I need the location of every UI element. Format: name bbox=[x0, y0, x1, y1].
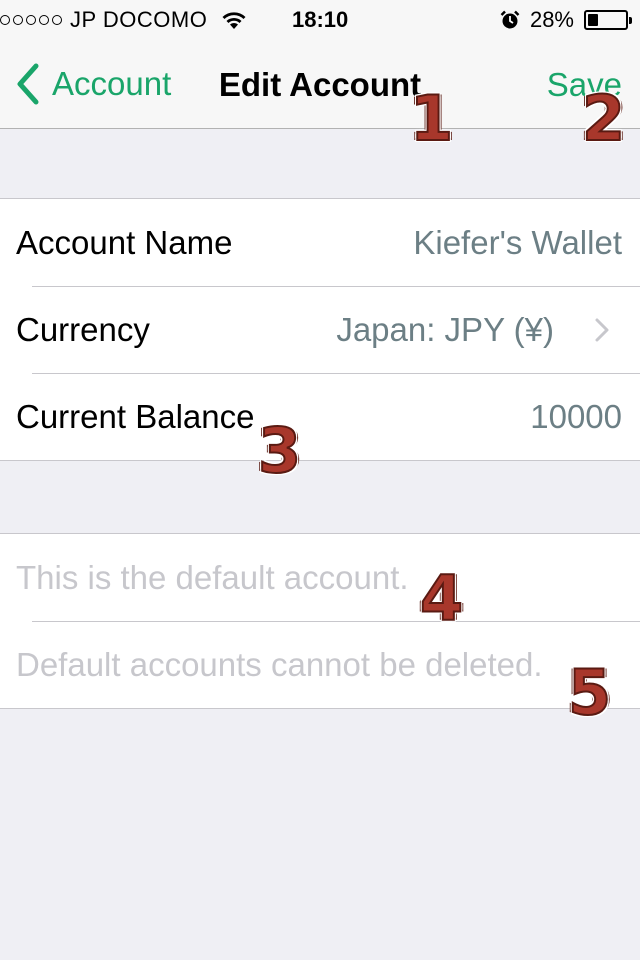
currency-label: Currency bbox=[16, 311, 150, 348]
wifi-icon bbox=[222, 12, 246, 29]
account-name-label: Account Name bbox=[16, 224, 233, 261]
info-row: This is the default account. bbox=[0, 534, 640, 621]
alarm-icon bbox=[500, 10, 520, 29]
signal-dots-icon bbox=[0, 15, 62, 25]
battery-fill bbox=[588, 14, 599, 26]
account-name-row[interactable]: Account Name Kiefer's Wallet bbox=[0, 199, 640, 286]
annotation-number-1: 1 bbox=[409, 81, 454, 156]
account-settings-group: Account Name Kiefer's Wallet Currency Ja… bbox=[0, 198, 640, 461]
annotation-number-4: 4 bbox=[419, 561, 464, 636]
annotation-number-2: 2 bbox=[581, 81, 626, 156]
annotation-number-3: 3 bbox=[257, 413, 302, 488]
battery-icon bbox=[584, 10, 632, 30]
currency-value: Japan: JPY (¥) bbox=[336, 311, 554, 348]
page-title: Edit Account bbox=[218, 66, 422, 103]
currency-row[interactable]: Currency Japan: JPY (¥) bbox=[0, 286, 640, 373]
cannot-delete-note: Default accounts cannot be deleted. bbox=[16, 646, 543, 683]
default-account-note: This is the default account. bbox=[16, 559, 409, 596]
account-name-value[interactable]: Kiefer's Wallet bbox=[413, 199, 622, 286]
annotation-number-5: 5 bbox=[567, 655, 612, 730]
carrier-name: JP DOCOMO bbox=[70, 7, 208, 32]
battery-percent: 28% bbox=[529, 7, 574, 32]
current-balance-row[interactable]: Current Balance 10000 bbox=[0, 373, 640, 460]
navigation-bar: Account Edit Account Save bbox=[0, 40, 640, 129]
chevron-right-icon bbox=[595, 318, 609, 342]
clock: 18:10 bbox=[292, 7, 349, 32]
status-bar: JP DOCOMO 18:10 28% bbox=[0, 0, 640, 40]
current-balance-value[interactable]: 10000 bbox=[530, 373, 622, 460]
info-row: Default accounts cannot be deleted. bbox=[0, 621, 640, 708]
default-account-info-group: This is the default account. Default acc… bbox=[0, 533, 640, 709]
current-balance-label: Current Balance bbox=[16, 398, 255, 435]
